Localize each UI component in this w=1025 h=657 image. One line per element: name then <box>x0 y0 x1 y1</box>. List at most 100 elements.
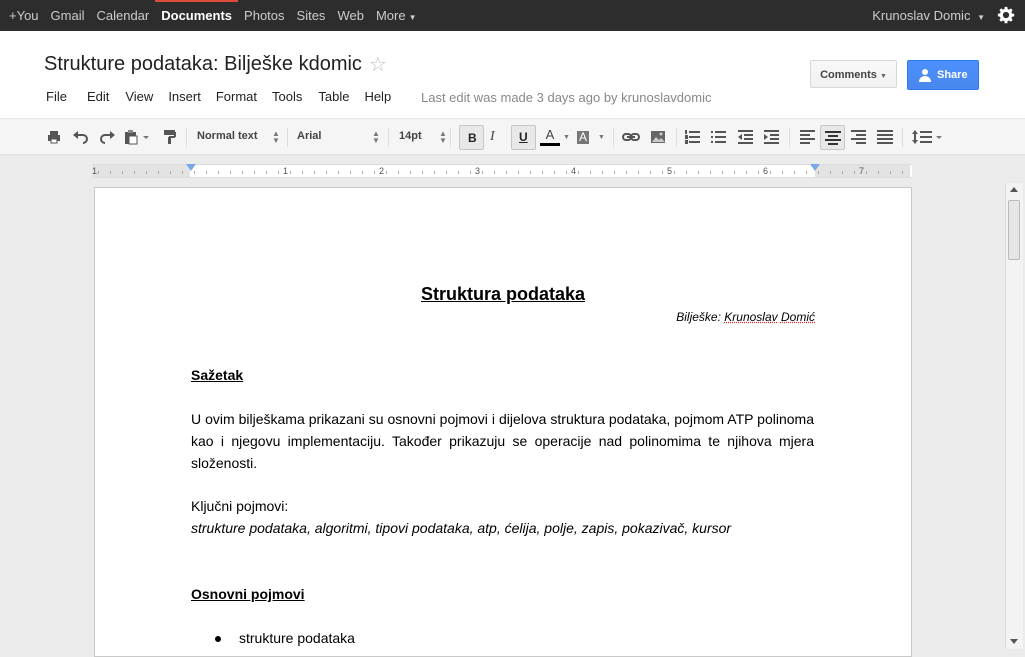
align-center-button[interactable] <box>820 125 845 150</box>
byline-first-name: Krunoslav <box>724 310 777 324</box>
link-you[interactable]: +You <box>0 0 45 31</box>
link-documents[interactable]: Documents <box>155 0 238 31</box>
byline-last-name: Domić <box>781 310 815 324</box>
increase-indent-icon[interactable] <box>763 127 779 147</box>
link-sites[interactable]: Sites <box>291 0 332 31</box>
undo-icon[interactable] <box>72 127 90 147</box>
ruler-tick <box>194 171 195 174</box>
bullet-icon <box>215 636 221 642</box>
underline-label: U <box>519 130 528 144</box>
document-title[interactable]: Strukture podataka: Bilješke kdomic <box>44 53 362 76</box>
ruler-tick <box>554 171 555 174</box>
align-left-icon[interactable] <box>799 127 815 147</box>
share-label: Share <box>937 61 968 89</box>
ruler-tick <box>854 171 855 174</box>
paragraph-style-select[interactable]: Normal text ▲ ▼ <box>197 130 258 142</box>
ruler-tick <box>374 171 375 174</box>
paste-icon[interactable] <box>124 127 150 147</box>
numbered-list-icon[interactable] <box>684 127 700 147</box>
ruler-tick <box>686 171 687 174</box>
share-button[interactable]: Share <box>907 60 979 90</box>
link-calendar[interactable]: Calendar <box>90 0 155 31</box>
scrollbar-thumb[interactable] <box>1008 200 1020 260</box>
ruler-tick <box>842 171 843 174</box>
ruler-tick <box>482 171 483 174</box>
ruler-tick <box>770 171 771 174</box>
ruler-tick <box>206 171 207 174</box>
link-gmail[interactable]: Gmail <box>45 0 91 31</box>
caret-down-icon[interactable]: ▼ <box>563 127 570 147</box>
bulleted-list-icon[interactable] <box>710 127 726 147</box>
ruler-tick <box>530 171 531 174</box>
menu-edit[interactable]: Edit <box>87 89 109 104</box>
gear-icon[interactable] <box>997 6 1015 24</box>
underline-button[interactable]: U <box>511 125 536 150</box>
text-color-button[interactable]: A <box>539 127 561 147</box>
menu-table[interactable]: Table <box>318 89 349 104</box>
font-select[interactable]: Arial ▲ ▼ <box>297 130 321 142</box>
google-bar: +You Gmail Calendar Documents Photos Sit… <box>0 0 1025 31</box>
ruler-tick <box>674 171 675 174</box>
ruler-number: 5 <box>667 165 672 177</box>
menu-help[interactable]: Help <box>364 89 391 104</box>
ruler-tick <box>878 171 879 174</box>
menu-insert[interactable]: Insert <box>168 89 201 104</box>
ruler-tick <box>518 171 519 174</box>
comments-button[interactable]: Comments ▼ <box>810 60 897 88</box>
menu-format[interactable]: Format <box>216 89 257 104</box>
link-photos[interactable]: Photos <box>238 0 290 31</box>
font-size-select[interactable]: 14pt ▲ ▼ <box>399 130 422 142</box>
user-name: Krunoslav Domic <box>872 8 970 23</box>
menu-view[interactable]: View <box>125 89 153 104</box>
highlight-color-button[interactable]: A <box>577 127 589 147</box>
ruler-number: 2 <box>379 165 384 177</box>
vertical-scrollbar[interactable] <box>1005 183 1023 649</box>
ruler-tick <box>734 171 735 174</box>
ruler-tick <box>566 171 567 174</box>
ruler-tick <box>782 171 783 174</box>
image-icon[interactable] <box>650 127 666 147</box>
scroll-down-arrow-icon[interactable] <box>1010 639 1018 644</box>
menu-tools[interactable]: Tools <box>272 89 302 104</box>
ruler-tick <box>218 171 219 174</box>
user-menu[interactable]: Krunoslav Domic ▼ <box>872 0 985 33</box>
text-color-swatch <box>540 143 560 146</box>
justify-icon[interactable] <box>877 127 893 147</box>
star-icon[interactable]: ☆ <box>369 52 387 77</box>
ruler-tick <box>818 171 819 174</box>
ruler-tick <box>542 171 543 174</box>
last-edit-status[interactable]: Last edit was made 3 days ago by krunosl… <box>421 90 712 105</box>
link-icon[interactable] <box>622 127 640 147</box>
left-indent-marker[interactable] <box>186 164 196 171</box>
menu-file[interactable]: File <box>46 89 67 104</box>
bold-button[interactable]: B <box>459 125 484 150</box>
ruler-tick <box>470 171 471 174</box>
document-page[interactable]: Struktura podataka Bilješke: Krunoslav D… <box>94 187 912 657</box>
italic-button[interactable]: I <box>490 127 495 147</box>
redo-icon[interactable] <box>98 127 116 147</box>
ruler-tick <box>290 171 291 174</box>
ruler[interactable]: 1 1 2 3 4 5 6 7 <box>92 164 912 178</box>
toolbar-divider <box>676 128 677 147</box>
caret-down-icon[interactable]: ▼ <box>598 127 605 147</box>
right-indent-marker[interactable] <box>810 164 820 171</box>
paint-format-icon[interactable] <box>162 127 178 147</box>
link-more[interactable]: More ▼ <box>370 0 423 31</box>
ruler-tick <box>590 171 591 174</box>
scroll-up-arrow-icon[interactable] <box>1010 187 1018 192</box>
decrease-indent-icon[interactable] <box>737 127 753 147</box>
ruler-left-margin <box>92 165 190 177</box>
ruler-tick <box>830 171 831 174</box>
link-web[interactable]: Web <box>331 0 370 31</box>
print-icon[interactable] <box>46 127 62 147</box>
line-spacing-icon[interactable] <box>912 127 942 147</box>
ruler-tick <box>902 171 903 174</box>
toolbar-divider <box>789 128 790 147</box>
toolbar-divider <box>613 128 614 147</box>
ruler-tick <box>746 171 747 174</box>
toolbar-divider <box>388 128 389 147</box>
ruler-tick <box>338 171 339 174</box>
text-color-letter: A <box>546 128 555 142</box>
align-center-icon <box>825 131 841 145</box>
align-right-icon[interactable] <box>851 127 867 147</box>
